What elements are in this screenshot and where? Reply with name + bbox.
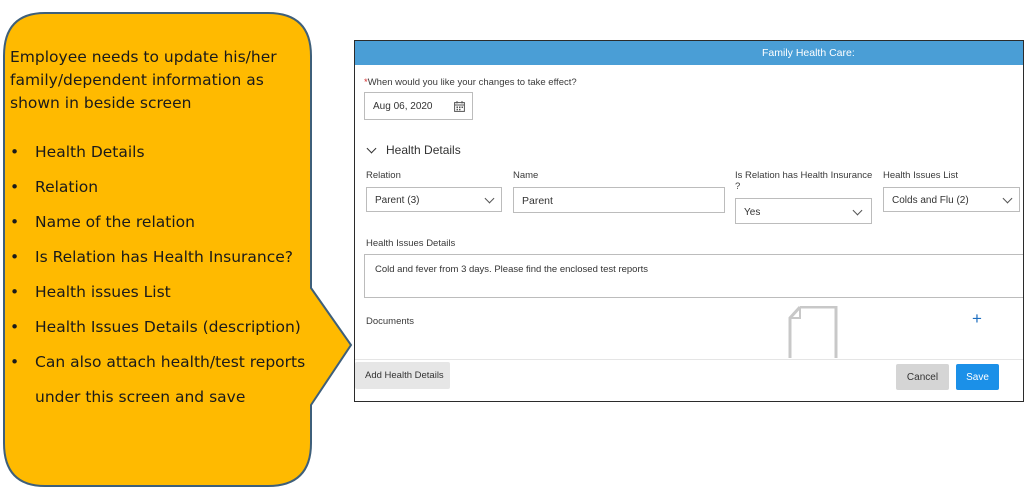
chevron-down-icon (1002, 193, 1013, 204)
add-document-icon[interactable]: + (972, 309, 982, 329)
bullet-continuation: under this screen and save (35, 388, 246, 406)
bullet-text: Relation (35, 178, 99, 196)
bullet-dot: • (10, 318, 20, 336)
relation-value: Parent (3) (375, 195, 420, 206)
footer-divider (355, 359, 1023, 360)
family-health-care-screen: Family Health Care: *When would you like… (354, 40, 1024, 402)
insurance-label: Is Relation has Health Insurance ? (735, 170, 872, 192)
cancel-button[interactable]: Cancel (896, 364, 949, 390)
effective-date-label: *When would you like your changes to tak… (364, 77, 577, 88)
name-label: Name (513, 170, 539, 181)
document-icon (788, 306, 838, 358)
issues-details-label: Health Issues Details (366, 238, 456, 249)
documents-label: Documents (366, 316, 415, 327)
callout-bullet-list: • Health Details • Relation • Name of the r… (10, 135, 310, 380)
relation-label: Relation (366, 170, 401, 181)
insurance-label-line1: Is Relation has Health Insurance (735, 170, 873, 181)
bullet-dot: • (10, 143, 20, 161)
bullet-dot: • (10, 353, 20, 371)
name-input[interactable]: Parent (513, 187, 725, 213)
bullet-item: • Health issues List (10, 275, 310, 310)
insurance-value: Yes (744, 207, 761, 218)
bullet-item: • Is Relation has Health Insurance? (10, 240, 310, 275)
bullet-item: • Can also attach health/test reports (10, 345, 310, 380)
screen-title: Family Health Care: (762, 47, 855, 59)
bullet-text: Name of the relation (35, 213, 195, 231)
insurance-select[interactable]: Yes (735, 198, 872, 224)
chevron-down-icon (366, 143, 377, 154)
issues-details-textarea[interactable]: Cold and fever from 3 days. Please find … (364, 254, 1023, 298)
bullet-text: Can also attach health/test reports (35, 353, 306, 371)
bullet-item: • Relation (10, 170, 310, 205)
title-bar: Family Health Care: (355, 41, 1023, 65)
calendar-icon[interactable] (454, 101, 465, 112)
section-title: Health Details (386, 143, 461, 157)
issues-list-select[interactable]: Colds and Flu (2) (883, 187, 1020, 212)
insurance-label-line2: ? (735, 181, 741, 192)
bullet-text: Health Issues Details (description) (35, 318, 301, 336)
add-health-details-button[interactable]: Add Health Details (355, 362, 450, 389)
bullet-text: Health issues List (35, 283, 171, 301)
name-value: Parent (522, 195, 553, 207)
bullet-dot: • (10, 283, 20, 301)
bullet-dot: • (10, 178, 20, 196)
callout-intro: Employee needs to update his/her family/… (10, 48, 277, 112)
bullet-item: • Name of the relation (10, 205, 310, 240)
issues-details-value: Cold and fever from 3 days. Please find … (375, 264, 649, 275)
health-details-section-toggle[interactable]: Health Details (366, 142, 516, 160)
chevron-down-icon (484, 193, 495, 204)
save-button[interactable]: Save (956, 364, 999, 390)
issues-list-value: Colds and Flu (2) (892, 195, 969, 206)
effective-date-label-text: When would you like your changes to take… (367, 77, 577, 88)
effective-date-value: Aug 06, 2020 (373, 101, 433, 112)
bullet-text: Is Relation has Health Insurance? (35, 248, 294, 266)
bullet-dot: • (10, 213, 20, 231)
chevron-down-icon (852, 205, 863, 216)
issues-list-label: Health Issues List (883, 170, 958, 181)
bullet-text: Health Details (35, 143, 145, 161)
relation-select[interactable]: Parent (3) (366, 187, 502, 212)
bullet-item: • Health Details (10, 135, 310, 170)
bullet-dot: • (10, 248, 20, 266)
callout-text: Employee needs to update his/her family/… (10, 46, 310, 415)
bullet-item: • Health Issues Details (description) (10, 310, 310, 345)
effective-date-input[interactable]: Aug 06, 2020 (364, 92, 473, 120)
